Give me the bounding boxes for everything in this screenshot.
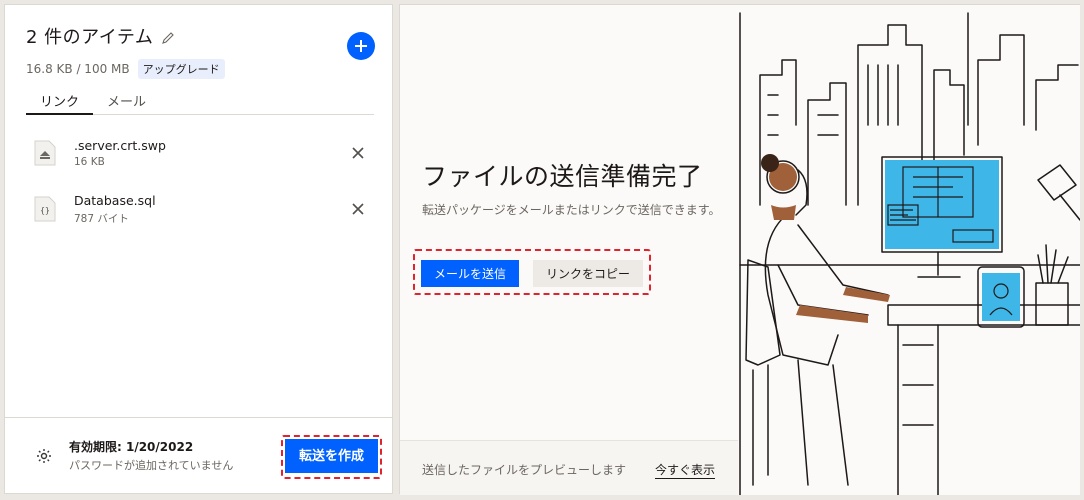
- gear-icon: [37, 448, 51, 463]
- file-name: .server.crt.swp: [74, 138, 166, 153]
- send-email-button[interactable]: メールを送信: [421, 260, 519, 287]
- svg-text:{}: {}: [40, 206, 50, 215]
- items-title: 2 件のアイテム: [26, 27, 154, 48]
- storage-usage-row: 16.8 KB / 100 MB アップグレード: [26, 59, 374, 79]
- file-size: 16 KB: [74, 156, 105, 168]
- ready-content: ファイルの送信準備完了 転送パッケージをメールまたはリンクで送信できます。 メー…: [400, 5, 738, 440]
- preview-footer: 送信したファイルをプレビューします 今すぐ表示: [400, 440, 738, 495]
- illustration: [738, 5, 1080, 495]
- file-name: Database.sql: [74, 192, 156, 208]
- close-icon: [352, 147, 364, 159]
- preview-text: 送信したファイルをプレビューします: [422, 463, 627, 477]
- items-title-row: 2 件のアイテム: [26, 23, 374, 49]
- file-list-item: .server.crt.swp 16 KB: [26, 133, 374, 173]
- tab-email[interactable]: メール: [93, 85, 160, 114]
- expiry-info: 有効期限: 1/20/2022 パスワードが追加されていません: [69, 438, 285, 473]
- plus-icon: [355, 40, 367, 52]
- ready-title: ファイルの送信準備完了: [422, 162, 703, 191]
- edit-pencil-icon[interactable]: [161, 29, 175, 44]
- file-info: Database.sql 787 バイト: [74, 193, 348, 226]
- person-at-computer-illustration: [739, 12, 1080, 495]
- close-icon: [352, 203, 364, 215]
- storage-usage: 16.8 KB / 100 MB: [26, 62, 130, 76]
- copy-link-button[interactable]: リンクをコピー: [533, 260, 643, 287]
- view-now-link[interactable]: 今すぐ表示: [655, 461, 716, 479]
- expiry-date: 有効期限: 1/20/2022: [69, 440, 194, 454]
- remove-file-button[interactable]: [348, 143, 368, 163]
- ready-description: 転送パッケージをメールまたはリンクで送信できます。: [422, 203, 721, 217]
- file-info: .server.crt.swp 16 KB: [74, 138, 348, 168]
- remove-file-button[interactable]: [348, 199, 368, 219]
- transfer-panel: 2 件のアイテム 16.8 KB / 100 MB アップグレード リンク メー…: [4, 4, 393, 494]
- settings-button[interactable]: [35, 447, 53, 465]
- file-list-item: {} Database.sql 787 バイト: [26, 189, 374, 229]
- ready-panel: ファイルの送信準備完了 転送パッケージをメールまたはリンクで送信できます。 メー…: [399, 4, 1080, 495]
- file-size: 787 バイト: [74, 212, 129, 225]
- code-file-icon: {}: [32, 194, 58, 224]
- upgrade-badge[interactable]: アップグレード: [137, 59, 225, 79]
- share-tabs: リンク メール: [26, 85, 374, 115]
- password-status: パスワードが追加されていません: [69, 459, 234, 472]
- add-files-button[interactable]: [347, 32, 375, 60]
- transfer-header: 2 件のアイテム 16.8 KB / 100 MB アップグレード: [26, 23, 374, 79]
- transfer-footer: 有効期限: 1/20/2022 パスワードが追加されていません 転送を作成: [5, 417, 392, 493]
- tab-link[interactable]: リンク: [26, 85, 94, 115]
- generic-file-icon: [32, 138, 58, 168]
- create-transfer-button[interactable]: 転送を作成: [284, 438, 378, 473]
